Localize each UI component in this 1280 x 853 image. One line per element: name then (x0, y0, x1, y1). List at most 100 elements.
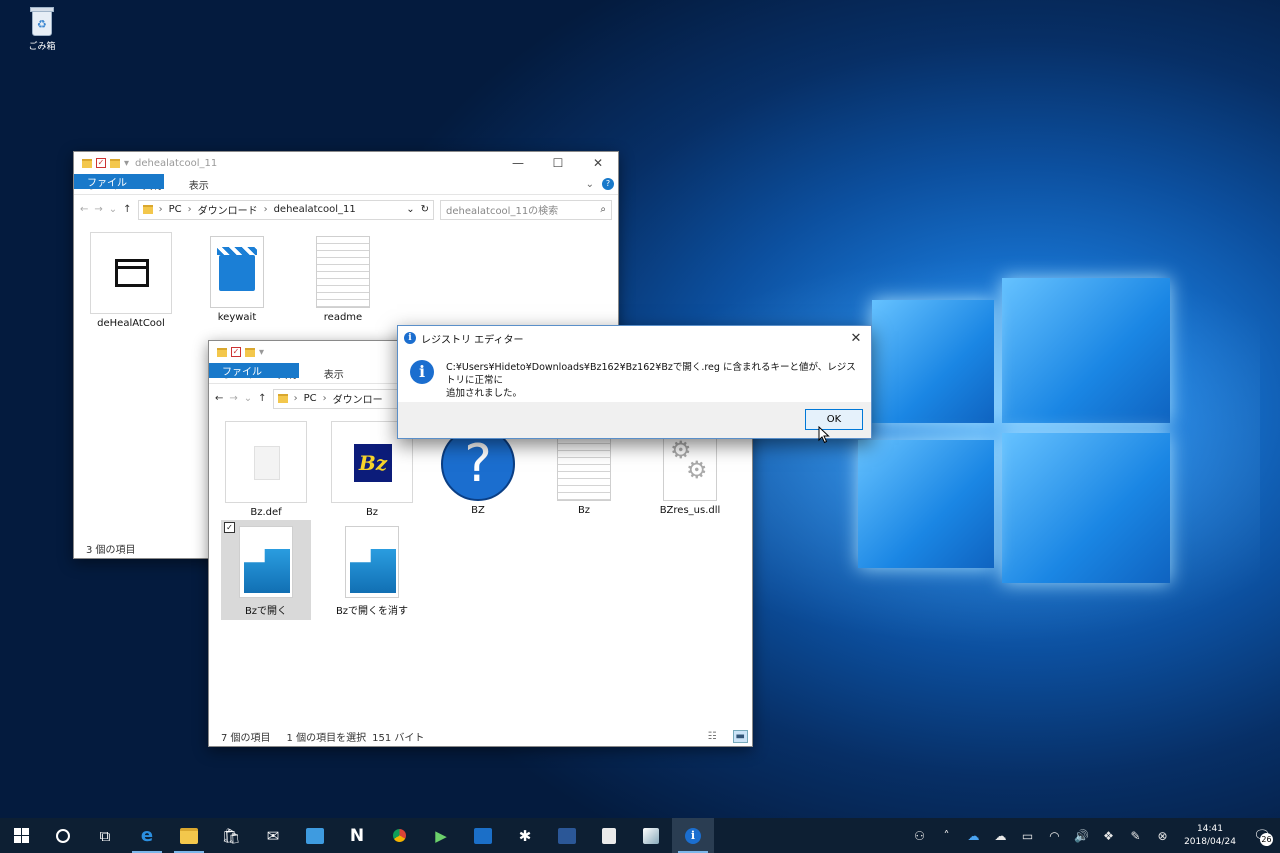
recent-locations-icon[interactable]: ⌄ (109, 204, 117, 215)
close-button[interactable]: ✕ (841, 331, 871, 346)
show-hidden-icons-icon[interactable]: ˄ (933, 829, 960, 843)
close-button[interactable]: ✕ (578, 156, 618, 170)
title-bar[interactable]: ✓ ▾ dehealatcool_11 — ☐ ✕ (74, 152, 618, 174)
breadcrumb-item[interactable]: dehealatcool_11 (274, 204, 356, 215)
dropbox-icon[interactable]: ❖ (1095, 829, 1122, 843)
properties-icon[interactable]: ✓ (231, 347, 241, 357)
forward-button[interactable]: → (94, 204, 102, 215)
onedrive-icon[interactable]: ☁ (960, 829, 987, 843)
taskbar: ⧉ e 🛍 ✉ N ▶ ✱ i ⚇ ˄ ☁ ☁ ▭ ◠ 🔊 ❖ ✎ ⊗ 14:4… (0, 818, 1280, 853)
taskbar-app-edge[interactable]: e (126, 818, 168, 853)
file-item-selected[interactable]: ✓ Bzで開く (221, 520, 311, 620)
new-folder-icon[interactable] (110, 158, 120, 168)
address-bar[interactable]: › PC › ダウンロード › dehealatcool_11 ⌄ ↻ (137, 199, 434, 220)
taskbar-app-file-explorer[interactable] (168, 818, 210, 853)
cortana-button[interactable] (42, 818, 84, 853)
taskbar-app-registry-info[interactable]: i (672, 818, 714, 853)
taskbar-app-paint[interactable] (630, 818, 672, 853)
ok-button[interactable]: OK (805, 409, 863, 430)
details-view-icon[interactable]: ☷ (708, 731, 717, 742)
tab-view[interactable]: 表示 (176, 174, 222, 194)
breadcrumb-item[interactable]: ダウンロー (333, 391, 383, 406)
clock[interactable]: 14:41 2018/04/24 (1176, 823, 1244, 849)
clock-time: 14:41 (1197, 823, 1223, 834)
customize-qat-icon[interactable]: ▾ (124, 158, 129, 169)
address-dropdown-icon[interactable]: ⌄ (406, 204, 414, 215)
wallpaper-pane (858, 440, 994, 568)
task-view-button[interactable]: ⧉ (84, 818, 126, 853)
search-input[interactable]: dehealatcool_11の検索 ⌕ (440, 199, 612, 220)
start-button[interactable] (0, 818, 42, 853)
battery-icon[interactable]: ▭ (1014, 829, 1041, 843)
breadcrumb-separator: › (293, 393, 298, 404)
recent-locations-icon[interactable]: ⌄ (244, 393, 252, 404)
gears-document-icon: ⚙ ⚙ (663, 429, 717, 501)
file-name: BZ (471, 505, 485, 516)
taskbar-app-store[interactable]: 🛍 (210, 818, 252, 853)
taskbar-app[interactable] (294, 818, 336, 853)
file-name: deHealAtCool (97, 318, 165, 329)
taskbar-app-trello[interactable] (462, 818, 504, 853)
properties-icon[interactable]: ✓ (96, 158, 106, 168)
people-icon[interactable]: ⚇ (906, 829, 933, 843)
breadcrumb-item[interactable]: PC (169, 204, 182, 215)
file-item[interactable]: deHealAtCool (86, 232, 176, 329)
volume-icon[interactable]: 🔊 (1068, 829, 1095, 843)
file-item[interactable]: Bz.def (221, 421, 311, 518)
new-folder-icon[interactable] (245, 347, 255, 357)
up-button[interactable]: ↑ (123, 204, 131, 215)
cloud-icon[interactable]: ☁ (987, 829, 1014, 843)
tab-file[interactable]: ファイル (209, 363, 299, 378)
folder-icon (277, 394, 288, 403)
expand-ribbon-icon[interactable]: ⌄ (586, 179, 594, 190)
tab-file[interactable]: ファイル (74, 174, 164, 189)
selection-checkbox[interactable]: ✓ (224, 522, 235, 533)
forward-button[interactable]: → (229, 393, 237, 404)
file-item[interactable]: keywait (192, 236, 282, 323)
maximize-button[interactable]: ☐ (538, 156, 578, 170)
minimize-button[interactable]: — (498, 156, 538, 170)
action-center-button[interactable]: 🗨 26 (1244, 818, 1280, 853)
message-line: 追加されました。 (446, 388, 523, 399)
up-button[interactable]: ↑ (258, 393, 266, 404)
back-button[interactable]: ← (215, 393, 223, 404)
file-name: Bz (365, 507, 379, 518)
clock-date: 2018/04/24 (1184, 836, 1236, 847)
taskbar-app-powershell[interactable] (546, 818, 588, 853)
cortana-icon (56, 828, 70, 843)
wallpaper-pane (1002, 278, 1170, 423)
item-count: 7 個の項目 (221, 732, 271, 744)
refresh-icon[interactable]: ↻ (421, 204, 429, 215)
taskbar-app-slack[interactable]: ✱ (504, 818, 546, 853)
breadcrumb-item[interactable]: PC (304, 393, 317, 404)
file-item[interactable]: Bzで開くを消す (327, 526, 417, 617)
taskbar-app-notepad[interactable] (588, 818, 630, 853)
file-item[interactable]: ⚙ ⚙ BZres_us.dll (645, 429, 735, 516)
recycle-bin-icon: ♻ (28, 6, 56, 36)
taskbar-app-notion[interactable]: N (336, 818, 378, 853)
file-item[interactable]: ? BZ (433, 427, 523, 516)
help-icon[interactable]: ? (602, 178, 614, 190)
back-button[interactable]: ← (80, 204, 88, 215)
large-icons-view-icon[interactable]: ▬ (732, 729, 748, 743)
taskbar-app[interactable]: ▶ (420, 818, 462, 853)
dialog-footer: OK (398, 402, 871, 438)
customize-qat-icon[interactable]: ▾ (259, 347, 264, 358)
folder-icon (142, 205, 153, 214)
powershell-icon (558, 827, 576, 844)
wifi-icon[interactable]: ◠ (1041, 829, 1068, 843)
notion-icon: N (349, 825, 365, 846)
file-item[interactable]: Bz (539, 429, 629, 516)
file-item[interactable]: readme (298, 236, 388, 323)
recycle-bin[interactable]: ♻ ごみ箱 (22, 6, 62, 52)
taskbar-app-mail[interactable]: ✉ (252, 818, 294, 853)
store-icon: 🛍 (221, 826, 241, 845)
edge-icon: e (140, 825, 154, 846)
dialog-title-bar[interactable]: i レジストリ エディター ✕ (398, 326, 871, 350)
taskbar-app-chrome[interactable] (378, 818, 420, 853)
registry-editor-dialog[interactable]: i レジストリ エディター ✕ i C:¥Users¥Hideto¥Downlo… (397, 325, 872, 439)
status-x-icon[interactable]: ⊗ (1149, 829, 1176, 843)
pen-icon[interactable]: ✎ (1122, 829, 1149, 843)
breadcrumb-item[interactable]: ダウンロード (198, 202, 258, 217)
tab-view[interactable]: 表示 (311, 363, 357, 383)
